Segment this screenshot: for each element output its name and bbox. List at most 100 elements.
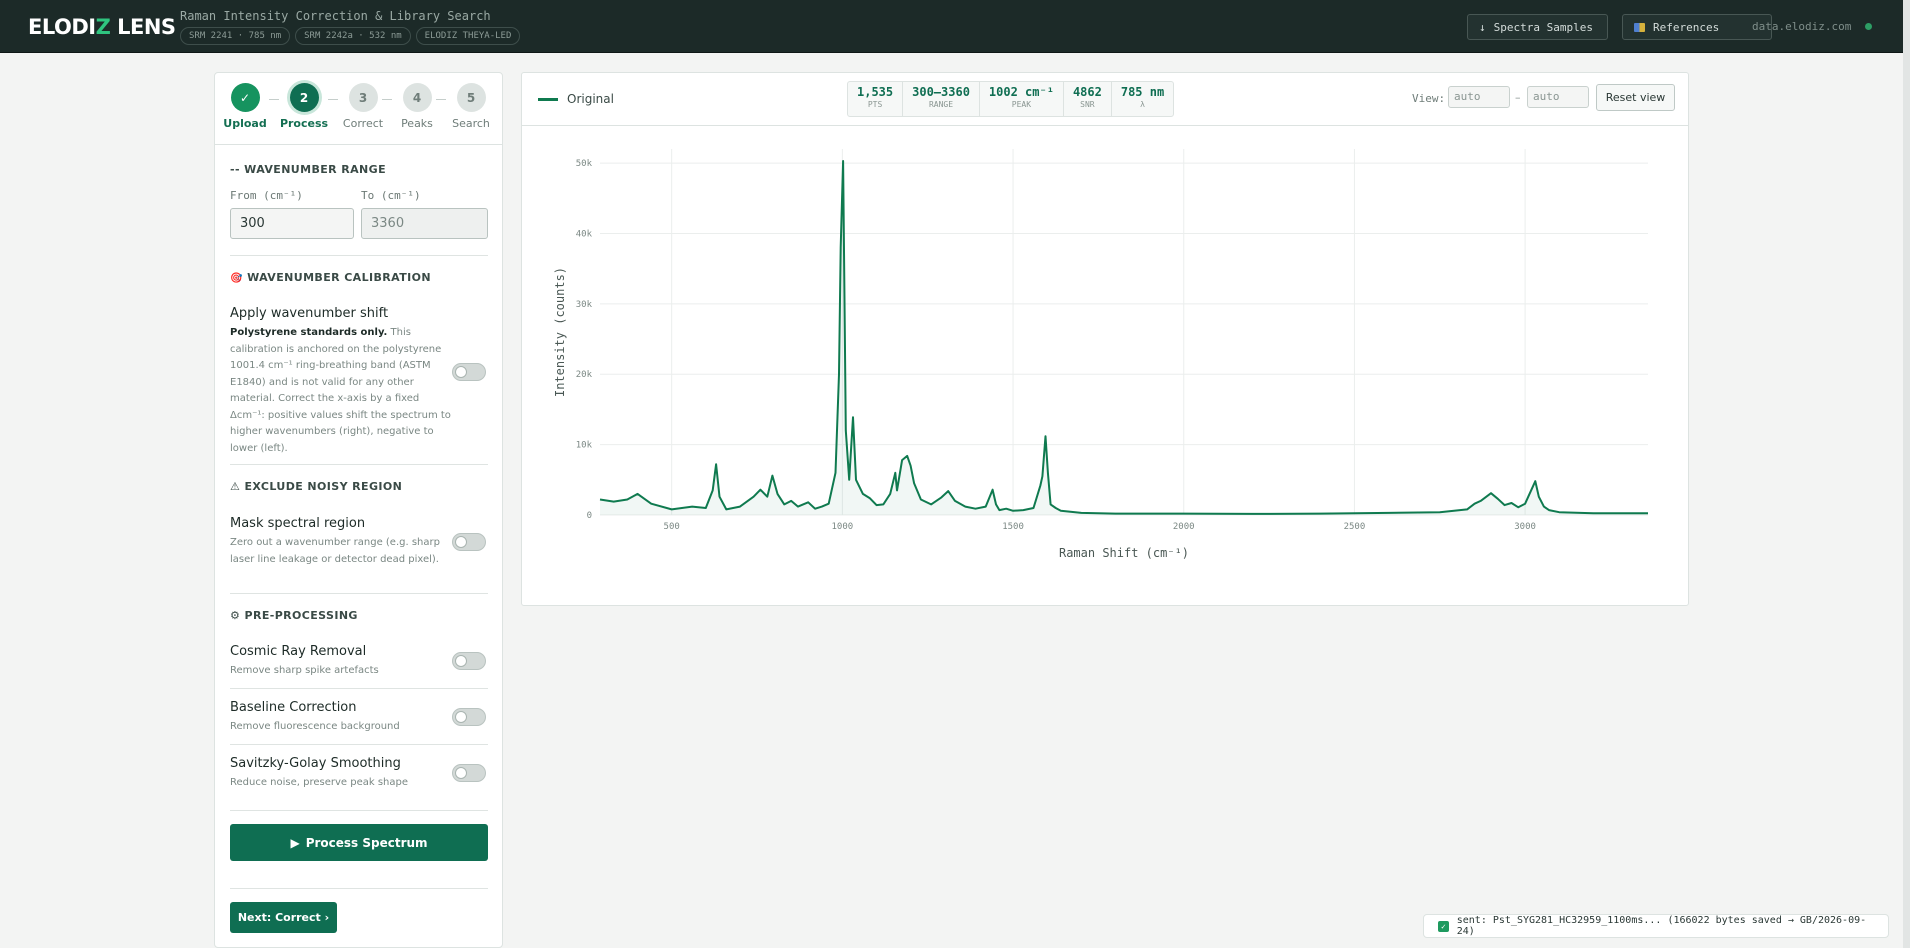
y-axis-label: Intensity (counts) [553, 267, 567, 397]
step-search-circle: 5 [456, 83, 486, 112]
legend-label: Original [567, 92, 614, 106]
divider [230, 688, 488, 689]
wavenumber-shift-title: Apply wavenumber shift [230, 306, 389, 321]
next-correct-button[interactable]: Next: Correct › [230, 902, 337, 933]
view-to-input[interactable]: auto [1527, 86, 1589, 108]
play-icon: ▶ [290, 835, 300, 850]
exclude-noisy-region-title: ⚠ EXCLUDE NOISY REGION [230, 480, 403, 493]
baseline-correction-toggle[interactable] [452, 708, 486, 726]
target-icon: 🎯 [230, 273, 243, 284]
to-label: To (cm⁻¹) [361, 189, 421, 202]
step-correct-circle: 3 [348, 83, 378, 112]
spectrum-area [600, 161, 1648, 515]
calibration-title: 🎯 WAVENUMBER CALIBRATION [230, 271, 431, 284]
view-from-input[interactable]: auto [1448, 86, 1510, 108]
mask-region-toggle[interactable] [452, 533, 486, 551]
divider [230, 744, 488, 745]
calibration-title-text: WAVENUMBER CALIBRATION [247, 271, 431, 284]
step-upload[interactable]: ✓ Upload [215, 83, 275, 130]
y-tick-label: 40k [576, 229, 593, 239]
chart-legend[interactable]: Original [538, 92, 614, 106]
spectrum-chart[interactable]: 0 10k 20k 30k 40k 50k 500 1000 1500 2000 2500 3000… [522, 127, 1688, 605]
spectrum-line-original [599, 160, 1648, 515]
mask-region-description: Zero out a wavenumber range (e.g. sharp … [230, 537, 440, 565]
stat-points: 1,535 PTS [848, 82, 904, 116]
step-search-label: Search [452, 117, 490, 130]
connection-status-icon [1865, 23, 1872, 30]
step-upload-circle: ✓ [230, 83, 260, 112]
chart-header: Original 1,535 PTS 300–3360 RANGE 1002 cm⁻… [522, 73, 1688, 126]
wavenumber-shift-description: Polystyrene standards only. This calibra… [230, 327, 451, 454]
chip-srm-2242a: SRM 2242a · 532 nm [295, 27, 411, 45]
stat-snr: 4862 SNR [1064, 82, 1112, 116]
references-label: References [1653, 20, 1720, 34]
step-correct[interactable]: 3 Correct [333, 83, 393, 130]
divider [230, 810, 488, 811]
from-label: From (cm⁻¹) [230, 189, 303, 202]
stat-wavelength: 785 nm λ [1120, 85, 1165, 109]
standards-chips: SRM 2241 · 785 nm SRM 2242a · 532 nm ELO… [180, 27, 521, 45]
books-icon [1634, 22, 1645, 32]
toast-message: sent: Pst_SYG281_HC32959_1100ms... (1660… [1456, 915, 1867, 937]
smoothing-description: Reduce noise, preserve peak shape [230, 777, 409, 788]
app-logo[interactable]: ELODIZ LENS [28, 15, 176, 39]
step-peaks[interactable]: 4 Peaks [387, 83, 447, 130]
y-tick-label: 0 [587, 511, 592, 521]
divider [230, 464, 488, 465]
spectra-samples-button[interactable]: ↓ Spectra Samples [1467, 14, 1608, 40]
preprocessing-title: ⚙ PRE-PROCESSING [230, 609, 358, 622]
cosmic-ray-title: Cosmic Ray Removal [230, 644, 367, 659]
step-process[interactable]: 2 Process [274, 83, 334, 130]
spectrum-stats: 1,535 PTS 300–3360 RANGE 1002 cm⁻¹ PEAK 486… [847, 81, 1175, 117]
step-correct-label: Correct [342, 117, 384, 130]
save-toast: ✓ sent: Pst_SYG281_HC32959_1100ms... (16… [1423, 914, 1889, 938]
page-scrollbar[interactable] [1903, 0, 1910, 948]
y-tick-label: 30k [576, 300, 593, 310]
chip-theya-led: ELODIZ THEYA-LED [415, 27, 521, 45]
top-bar: ELODIZ LENS Raman Intensity Correction &… [0, 0, 1910, 53]
references-button[interactable]: References [1622, 14, 1772, 40]
mask-region-title: Mask spectral region [230, 516, 366, 531]
y-tick-label: 20k [576, 370, 593, 380]
chip-srm-2241: SRM 2241 · 785 nm [180, 27, 291, 45]
divider [230, 593, 488, 594]
range-to-input[interactable]: 3360 [361, 208, 488, 239]
range-from-input[interactable]: 300 [230, 208, 354, 239]
workflow-stepper: ✓ Upload 2 Process 3 Correct 4 Peaks 5 S… [215, 73, 502, 145]
process-spectrum-label: Process Spectrum [305, 835, 428, 850]
x-tick-label: 1000 [832, 522, 854, 532]
process-panel: ✓ Upload 2 Process 3 Correct 4 Peaks 5 S… [214, 72, 503, 948]
cosmic-ray-toggle[interactable] [452, 652, 486, 670]
divider [230, 255, 488, 256]
spectra-samples-label: Spectra Samples [1493, 20, 1593, 34]
view-label: View: [1412, 92, 1446, 105]
x-tick-label: 500 [664, 522, 680, 532]
view-dash: – [1515, 91, 1521, 104]
baseline-correction-description: Remove fluorescence background [230, 721, 400, 732]
app-title: Raman Intensity Correction & Library Sea… [180, 9, 491, 23]
step-process-circle: 2 [289, 83, 319, 112]
domain-link[interactable]: data.elodiz.com [1752, 20, 1851, 33]
stat-range: 300–3360 RANGE [903, 82, 980, 116]
baseline-correction-title: Baseline Correction [230, 700, 357, 715]
x-tick-label: 2500 [1344, 522, 1366, 532]
smoothing-toggle[interactable] [452, 764, 486, 782]
step-search[interactable]: 5 Search [441, 83, 501, 130]
wavenumber-range-title: -- WAVENUMBER RANGE [230, 163, 387, 176]
process-spectrum-button[interactable]: ▶ Process Spectrum [230, 824, 488, 861]
wavenumber-shift-toggle[interactable] [452, 363, 486, 381]
x-tick-label: 1500 [1002, 522, 1024, 532]
step-peaks-label: Peaks [401, 117, 433, 130]
x-tick-label: 3000 [1514, 522, 1536, 532]
divider [230, 888, 488, 889]
smoothing-title: Savitzky-Golay Smoothing [230, 756, 401, 771]
spectrum-chart-card: Original 1,535 PTS 300–3360 RANGE 1002 cm⁻… [521, 72, 1689, 606]
step-process-label: Process [279, 117, 329, 130]
x-tick-label: 2000 [1173, 522, 1195, 532]
stat-peak: 1002 cm⁻¹ PEAK [980, 82, 1064, 116]
check-icon: ✓ [1438, 920, 1449, 932]
reset-view-button[interactable]: Reset view [1596, 84, 1675, 111]
y-tick-label: 10k [576, 441, 593, 451]
cosmic-ray-description: Remove sharp spike artefacts [230, 665, 379, 676]
x-axis-label: Raman Shift (cm⁻¹) [1059, 546, 1189, 560]
